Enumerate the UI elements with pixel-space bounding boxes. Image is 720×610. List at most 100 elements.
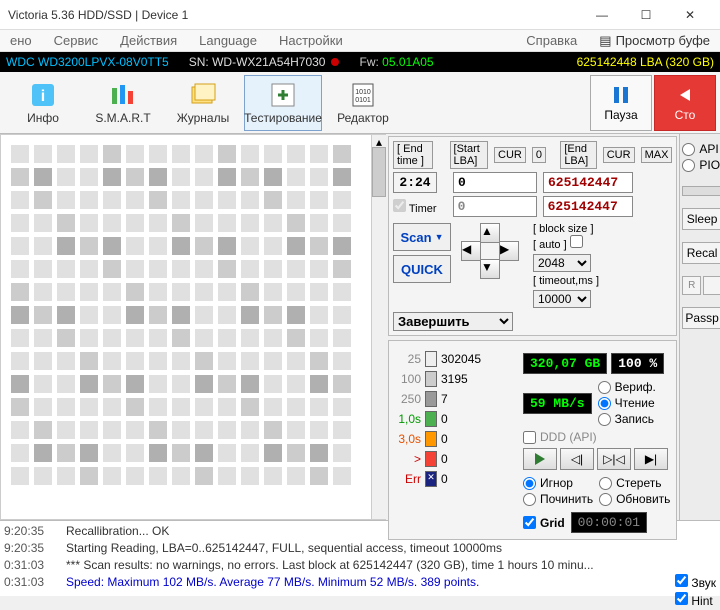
menubar: ено Сервис Действия Language Настройки С… (0, 30, 720, 52)
auto-label: [ auto ] (533, 239, 567, 251)
pause-icon (610, 84, 632, 106)
device-infobar: WDC WD3200LPVX-08V0TT5 SN: WD-WX21A54H70… (0, 52, 720, 72)
svg-text:1010: 1010 (355, 89, 371, 96)
stat-25-val: 302045 (441, 352, 481, 366)
stats-panel: 25302045 1003195 2507 1,0s0 3,0s0 >0 Err… (388, 340, 677, 540)
end-time-label: [ End time ] (393, 141, 433, 169)
size-badge: 320,07 GB (523, 353, 607, 374)
arrow-left[interactable]: ◀ (461, 241, 481, 261)
recall-button[interactable]: Recal (682, 242, 720, 264)
zero-button[interactable]: 0 (532, 147, 546, 163)
test-icon (267, 81, 299, 109)
device-lba: 625142448 LBA (320 GB) (577, 55, 714, 69)
progress-bar (682, 186, 720, 196)
percent-badge: 100 % (611, 353, 664, 374)
end-lba-input[interactable] (543, 172, 633, 193)
editor-tab[interactable]: 10100101Редактор (324, 75, 402, 131)
auto-checkbox[interactable] (570, 235, 583, 248)
pause-button[interactable]: Пауза (590, 75, 652, 131)
end-lba-input-2[interactable] (543, 196, 633, 217)
timer-checkbox[interactable]: Timer (393, 199, 437, 215)
log-line-1: Starting Reading, LBA=0..625142447, FULL… (66, 540, 716, 557)
titlebar: Victoria 5.36 HDD/SSD | Device 1 — ☐ ✕ (0, 0, 720, 30)
timeout-label: [ timeout,ms ] (533, 275, 599, 287)
block-size-select[interactable]: 2048 (533, 254, 591, 272)
quick-button[interactable]: QUICK (393, 255, 451, 283)
max-button[interactable]: MAX (641, 147, 673, 163)
refresh-radio[interactable]: Обновить (599, 492, 670, 506)
cur-button-2[interactable]: CUR (603, 147, 635, 163)
cur-button-1[interactable]: CUR (494, 147, 526, 163)
info-tab[interactable]: iИнфо (4, 75, 82, 131)
maximize-button[interactable]: ☐ (624, 1, 668, 29)
side-panel: API PIO Sleep Recal R Passp (679, 134, 720, 520)
api-radio[interactable]: API (682, 142, 720, 156)
sound-checkbox[interactable]: Звук (675, 574, 716, 590)
minimize-button[interactable]: — (580, 1, 624, 29)
erase-radio[interactable]: Стереть (599, 476, 670, 490)
menu-item-help[interactable]: Справка (526, 33, 577, 48)
repair-radio[interactable]: Починить (523, 492, 593, 506)
stat-gt-val: 0 (441, 452, 448, 466)
menu-item-settings[interactable]: Настройки (279, 33, 343, 48)
stop-icon (674, 84, 696, 106)
step-back-button[interactable]: ◁| (560, 448, 594, 470)
menu-item-0[interactable]: ено (10, 33, 32, 48)
arrow-down[interactable]: ▼ (480, 259, 500, 279)
pio-radio[interactable]: PIO (682, 158, 720, 172)
skip-button[interactable]: ▷|◁ (597, 448, 631, 470)
arrow-right[interactable]: ▶ (499, 241, 519, 261)
footer-options: Звук Hint (675, 574, 716, 608)
svg-text:0101: 0101 (355, 97, 371, 104)
toolbar: iИнфо S.M.A.R.T Журналы Тестирование 101… (0, 72, 720, 134)
main-area: ▴ [ End time ] [Start LBA] CUR 0 [End LB… (0, 134, 679, 520)
block-size-label: [ block size ] (533, 223, 594, 235)
ignore-radio[interactable]: Игнор (523, 476, 593, 490)
end-time-value: 2:24 (393, 172, 437, 193)
passport-button[interactable]: Passp (682, 307, 720, 329)
stat-250-val: 7 (441, 392, 448, 406)
editor-icon: 10100101 (347, 81, 379, 109)
verify-radio[interactable]: Вериф. (598, 380, 656, 394)
play-button[interactable] (523, 448, 557, 470)
scan-button[interactable]: Scan ▼ (393, 223, 451, 251)
surface-grid (0, 134, 372, 520)
journals-tab[interactable]: Журналы (164, 75, 242, 131)
stat-1s-val: 0 (441, 412, 448, 426)
sn-label: SN: (189, 55, 209, 69)
log-line-2: *** Scan results: no warnings, no errors… (66, 557, 716, 574)
hints-checkbox[interactable]: Hint (675, 592, 716, 608)
arrow-up[interactable]: ▲ (480, 223, 500, 243)
menu-item-actions[interactable]: Действия (120, 33, 177, 48)
grid-scrollbar[interactable]: ▴ (372, 134, 386, 520)
test-tab[interactable]: Тестирование (244, 75, 322, 131)
timeout-select[interactable]: 10000 (533, 290, 591, 308)
log-line-0: Recallibration... OK (66, 523, 716, 540)
view-buffer[interactable]: ▤Просмотр буфе (599, 33, 710, 49)
close-button[interactable]: ✕ (668, 1, 712, 29)
read-radio[interactable]: Чтение (598, 396, 656, 410)
control-panel: [ End time ] [Start LBA] CUR 0 [End LBA]… (386, 134, 679, 520)
journals-icon (187, 81, 219, 109)
write-radio[interactable]: Запись (598, 412, 656, 426)
stat-3s-val: 0 (441, 432, 448, 446)
ddd-checkbox[interactable]: DDD (API) (523, 430, 670, 444)
fw-label: Fw: (359, 55, 378, 69)
svg-text:i: i (41, 88, 45, 105)
start-lba-input[interactable] (453, 172, 537, 193)
start-lba-label: [Start LBA] (450, 141, 489, 169)
log-line-3: Speed: Maximum 102 MB/s. Average 77 MB/s… (66, 574, 716, 591)
end-lba-label: [End LBA] (560, 141, 596, 169)
smart-tab[interactable]: S.M.A.R.T (84, 75, 162, 131)
sleep-button[interactable]: Sleep (682, 208, 720, 230)
menu-item-service[interactable]: Сервис (54, 33, 99, 48)
complete-select[interactable]: Завершить (393, 312, 513, 331)
device-model: WDC WD3200LPVX-08V0TT5 (6, 55, 169, 69)
start-lba-input-2[interactable] (453, 196, 537, 217)
device-fw: 05.01A05 (382, 55, 433, 69)
end-button[interactable]: ▶| (634, 448, 668, 470)
menu-item-language[interactable]: Language (199, 33, 257, 48)
stat-err-val: 0 (441, 472, 448, 486)
stop-button[interactable]: Сто (654, 75, 716, 131)
device-sn: WD-WX21A54H7030 (212, 55, 325, 69)
